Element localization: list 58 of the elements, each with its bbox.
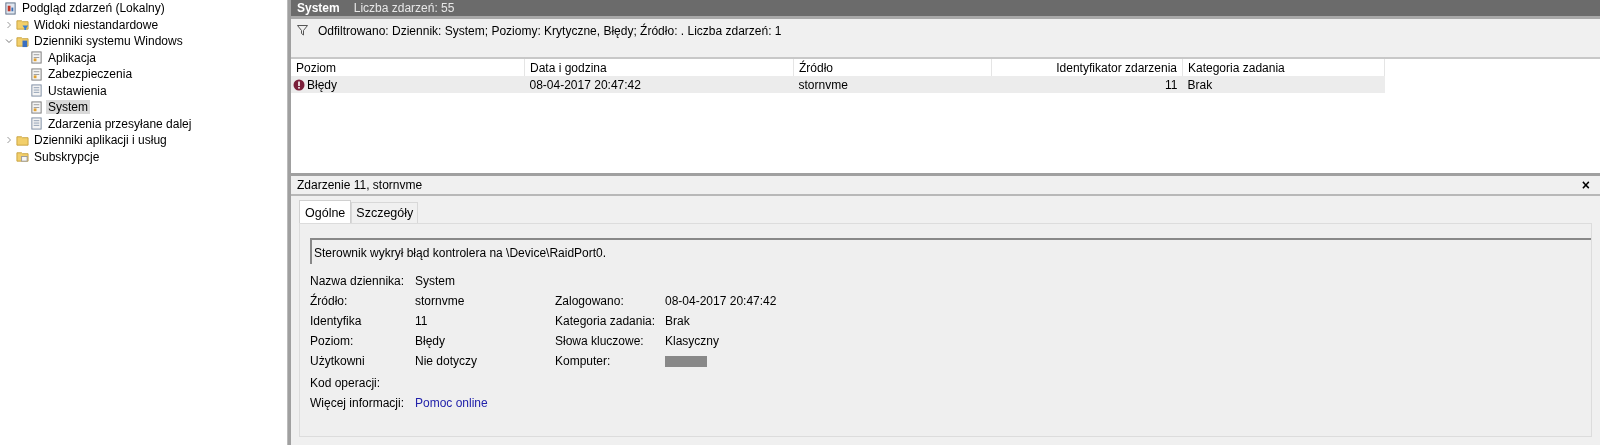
field-value: 11	[415, 314, 429, 329]
field-label: Użytkowni	[310, 354, 366, 370]
folder-log-icon	[16, 34, 29, 48]
tree-item[interactable]: System	[46, 100, 90, 115]
page-icon	[30, 84, 43, 98]
page-icon	[30, 117, 43, 131]
filter-icon	[297, 25, 308, 36]
table-cell: Błędy	[307, 77, 338, 92]
tree-item[interactable]: Zdarzenia przesyłane dalej	[46, 116, 194, 131]
message-box: Sterownik wykrył błąd kontrolera na \Device\RaidPort0.	[310, 238, 1591, 264]
tree-item[interactable]: Widoki niestandardowe	[32, 17, 161, 32]
field-label: Kategoria zadania:	[555, 314, 657, 329]
redacted-block	[665, 356, 707, 367]
chevron-right-icon[interactable]	[5, 136, 13, 145]
chevron-right-icon[interactable]	[5, 20, 13, 29]
log-icon	[30, 51, 43, 65]
field-label: Poziom:	[310, 334, 355, 349]
field-label: Identyfika	[310, 314, 363, 329]
table-cell: 11	[1165, 77, 1178, 92]
table-cell: Brak	[1187, 77, 1213, 92]
subscription-icon	[16, 150, 29, 164]
field-value: Błędy	[415, 334, 447, 349]
tree-item[interactable]: Podgląd zdarzeń (Lokalny)	[20, 1, 167, 16]
table-cell: 08-04-2017 20:47:42	[529, 77, 641, 92]
tree-item[interactable]: Ustawienia	[46, 83, 109, 98]
chevron-down-icon[interactable]	[5, 37, 13, 46]
tree-item[interactable]: Dzienniki systemu Windows	[32, 34, 185, 49]
table-cell: stornvme	[798, 77, 848, 92]
field-value: Brak	[665, 314, 691, 329]
field-label: Zalogowano:	[555, 294, 625, 309]
tree-item[interactable]: Aplikacja	[46, 50, 99, 65]
tree-item[interactable]: Subskrypcje	[32, 149, 102, 164]
log-icon	[30, 67, 43, 81]
field-value: System	[415, 274, 456, 289]
log-title: System	[297, 1, 340, 15]
field-label: Nazwa dziennika:	[310, 274, 406, 289]
field-label: Więcej informacji:	[310, 396, 406, 411]
field-label: Słowa kluczowe:	[555, 334, 645, 349]
tab[interactable]: Ogólne	[299, 200, 352, 223]
folder-filter-icon	[16, 18, 29, 32]
field-value: 08-04-2017 20:47:42	[665, 294, 778, 309]
tree-item[interactable]: Dzienniki aplikacji i usług	[32, 133, 169, 148]
field-label: Komputer:	[555, 354, 612, 370]
field-value: Klasyczny	[665, 334, 721, 349]
details-title: Zdarzenie 11, stornvme	[297, 178, 423, 192]
tab[interactable]: Szczegóły	[351, 202, 419, 223]
tree-item[interactable]: Zabezpieczenia	[46, 67, 135, 82]
event-viewer-icon	[4, 1, 17, 15]
close-button[interactable]: ×	[1581, 177, 1590, 193]
event-count: Liczba zdarzeń: 55	[353, 1, 455, 15]
field-value: stornvme	[415, 294, 466, 309]
log-icon	[30, 100, 43, 114]
filter-summary: Odfiltrowano: Dziennik: System; Poziomy: Krytyczne, Błędy; Źródło: . Liczba zdarzeń: 1	[318, 24, 782, 38]
field-label: Kod operacji:	[310, 376, 382, 391]
field-value: Nie dotyczy	[415, 354, 479, 370]
folder-icon	[16, 133, 29, 147]
help-link[interactable]: Pomoc online	[415, 396, 488, 410]
field-label: Źródło:	[310, 294, 349, 309]
